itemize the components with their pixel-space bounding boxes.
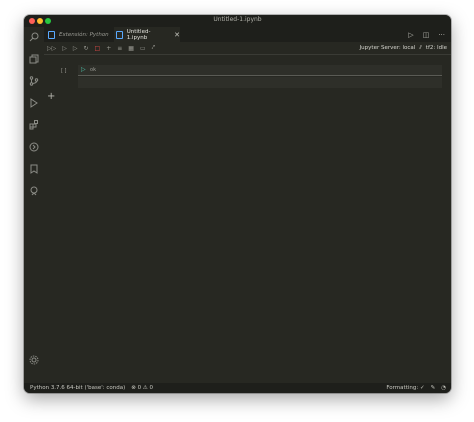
variables-icon[interactable]: ▦ <box>128 45 134 52</box>
settings-gear-icon[interactable] <box>29 350 39 369</box>
remote-explorer-icon[interactable] <box>28 141 40 153</box>
status-bar: Python 3.7.6 64-bit ('base': conda) ⊗ 0 … <box>24 383 451 393</box>
tab-untitled-notebook[interactable]: Untitled-1.ipynb ✕ <box>114 27 180 42</box>
extensions-icon[interactable] <box>28 119 40 131</box>
split-editor-icon[interactable]: ◫ <box>423 31 430 39</box>
window-title: Untitled-1.ipynb <box>213 16 262 23</box>
toolbar-divider <box>44 54 451 55</box>
python-interpreter[interactable]: Python 3.7.6 64-bit ('base': conda) <box>30 385 125 391</box>
editor-tabs: Extensión: Python Untitled-1.ipynb ✕ ▷ ◫… <box>44 27 451 42</box>
warning-count: 0 <box>149 385 154 391</box>
save-icon[interactable]: ▭ <box>140 45 146 52</box>
export-icon[interactable]: ⤤ <box>152 44 155 52</box>
kernel-status[interactable]: tf2: Idle <box>426 45 447 51</box>
notebook-toolbar: ▷▷ ▷ ▷ ↻ □ + ≡ ▦ ▭ ⤤ Jupyter Server: loc… <box>44 42 451 54</box>
run-debug-icon[interactable] <box>28 97 40 109</box>
bookmark-icon[interactable] <box>28 163 40 175</box>
server-connection-icon: ⫽ <box>419 44 422 51</box>
run-all-icon[interactable]: ▷▷ <box>47 45 56 52</box>
code-cell-input[interactable]: ▷ ok <box>78 65 442 76</box>
warning-icon: ⚠ <box>142 385 148 391</box>
file-icon <box>48 30 55 39</box>
tab-extension-python[interactable]: Extensión: Python <box>48 27 112 42</box>
live-share-icon[interactable] <box>28 185 40 197</box>
interrupt-kernel-icon[interactable]: □ <box>95 45 101 52</box>
tab-label: Untitled-1.ipynb <box>126 28 151 41</box>
cell-source[interactable]: ok <box>90 67 96 73</box>
problems-indicator[interactable]: ⊗ 0 ⚠ 0 <box>131 385 153 391</box>
run-above-icon[interactable]: ▷ <box>62 45 67 52</box>
cell-execution-count: [ ] <box>61 68 67 74</box>
restart-kernel-icon[interactable]: ↻ <box>83 45 88 52</box>
formatting-status[interactable]: Formatting: ✓ <box>386 385 424 391</box>
activity-bar <box>24 27 44 383</box>
explorer-icon[interactable] <box>28 53 40 65</box>
jupyter-server-status[interactable]: Jupyter Server: local <box>360 45 416 51</box>
feedback-icon[interactable]: ✎ <box>431 385 436 391</box>
search-icon[interactable] <box>28 31 40 43</box>
title-bar: Untitled-1.ipynb <box>24 15 451 27</box>
tab-label: Extensión: Python <box>59 31 109 38</box>
more-actions-icon[interactable]: ··· <box>438 31 445 39</box>
run-icon[interactable]: ▷ <box>408 31 413 39</box>
clear-outputs-icon[interactable]: ≡ <box>117 45 122 52</box>
run-cell-icon[interactable]: ▷ <box>81 66 86 73</box>
source-control-icon[interactable] <box>28 75 40 87</box>
add-cell-button[interactable]: + <box>47 91 55 102</box>
close-tab-icon[interactable]: ✕ <box>174 31 180 39</box>
add-cell-icon[interactable]: + <box>106 45 111 52</box>
error-icon: ⊗ <box>131 385 136 391</box>
error-count: 0 <box>137 385 142 391</box>
cell-output-area <box>78 77 442 88</box>
notebook-file-icon <box>116 30 123 39</box>
editor-actions: ▷ ◫ ··· <box>408 27 445 42</box>
vscode-window: Untitled-1.ipynb Extensión: Python Untit… <box>24 15 451 393</box>
notifications-bell-icon[interactable]: ◔ <box>441 385 446 391</box>
run-below-icon[interactable]: ▷ <box>73 45 78 52</box>
